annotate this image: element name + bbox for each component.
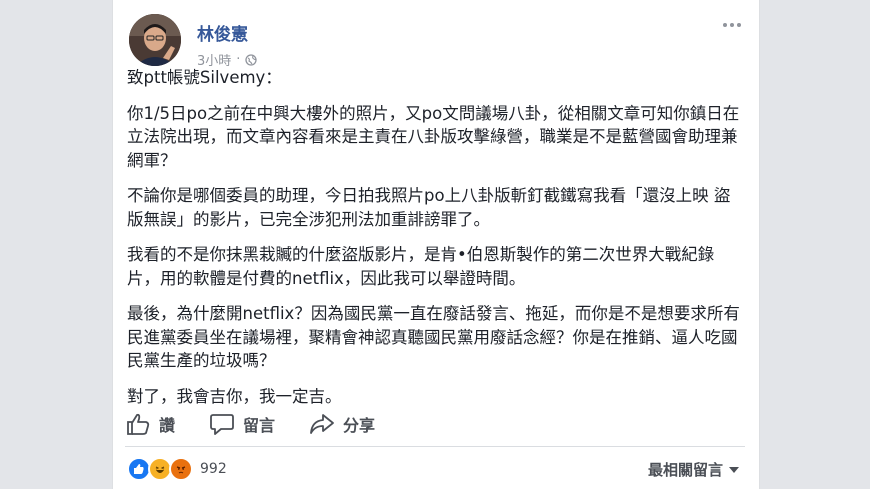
globe-icon[interactable] bbox=[245, 53, 258, 66]
share-icon bbox=[310, 414, 334, 434]
right-background bbox=[758, 0, 870, 489]
post-paragraph-1: 你1/5日po之前在中興大樓外的照片，又po文問議場八卦，從相關文章可知你鎮日在… bbox=[127, 103, 740, 170]
author-name[interactable]: 林俊憲 bbox=[197, 20, 248, 45]
left-background bbox=[0, 0, 112, 489]
like-label: 讚 bbox=[159, 416, 176, 435]
share-label: 分享 bbox=[343, 416, 376, 435]
comment-icon bbox=[210, 414, 234, 435]
reaction-count: 992 bbox=[200, 461, 227, 477]
avatar[interactable] bbox=[129, 14, 181, 66]
share-button[interactable]: 分享 bbox=[309, 412, 375, 436]
reactions-summary[interactable]: 992 bbox=[127, 457, 227, 481]
like-button[interactable]: 讚 bbox=[125, 412, 175, 436]
comment-button[interactable]: 留言 bbox=[209, 412, 275, 436]
post-salutation: 致ptt帳號Silvemy： bbox=[127, 68, 282, 87]
more-options-icon[interactable] bbox=[721, 18, 743, 32]
thumbs-up-icon bbox=[127, 413, 150, 435]
post-header: 林俊憲 3小時 · bbox=[127, 10, 747, 70]
comment-label: 留言 bbox=[243, 416, 276, 435]
post-paragraph-3: 我看的不是你抹黑栽贓的什麼盜版影片，是肯•伯恩斯製作的第二次世界大戰紀錄片，用的… bbox=[127, 245, 715, 288]
post-paragraph-5: 對了，我會吉你，我一定吉。 bbox=[127, 386, 342, 406]
post-paragraph-2: 不論你是哪個委員的助理，今日拍我照片po上八卦版斬釘截鐵寫我看「還沒上映 盜版無… bbox=[127, 186, 731, 229]
post-card: 林俊憲 3小時 · 致ptt帳號Silvemy： 你1/5日po之前在中興大樓外… bbox=[112, 0, 760, 489]
post-actions: 讚 留言 分享 bbox=[125, 408, 745, 440]
comments-sort-dropdown[interactable]: 最相關留言 bbox=[648, 459, 739, 480]
post-paragraph-4: 最後，為什麼開netflix？因為國民黨一直在廢話發言、拖延，而你是不是想要求所… bbox=[127, 304, 740, 370]
divider bbox=[125, 446, 745, 447]
comments-sort-label: 最相關留言 bbox=[647, 461, 723, 479]
angry-reaction-icon bbox=[169, 457, 193, 481]
post-body: 致ptt帳號Silvemy： 你1/5日po之前在中興大樓外的照片，又po文問議… bbox=[127, 66, 745, 420]
chevron-down-icon bbox=[729, 466, 739, 473]
